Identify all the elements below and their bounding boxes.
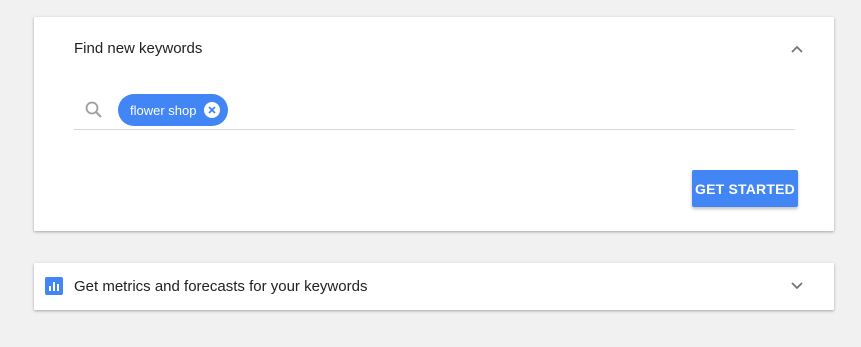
get-started-button[interactable]: GET STARTED xyxy=(692,170,798,207)
bar-chart-icon xyxy=(45,277,63,295)
keyword-chip: flower shop xyxy=(118,94,229,126)
chevron-down-icon[interactable] xyxy=(790,279,804,293)
chevron-up-icon[interactable] xyxy=(790,42,804,56)
keyword-search-field[interactable]: flower shop xyxy=(74,93,795,130)
find-keywords-card: Find new keywords flower shop GET STARTE… xyxy=(34,17,834,231)
close-circle-icon[interactable] xyxy=(204,102,221,118)
search-icon xyxy=(85,101,102,118)
find-keywords-title: Find new keywords xyxy=(74,40,203,57)
metrics-forecasts-card[interactable]: Get metrics and forecasts for your keywo… xyxy=(34,263,834,310)
metrics-forecasts-title: Get metrics and forecasts for your keywo… xyxy=(74,278,368,295)
keyword-chip-label: flower shop xyxy=(130,102,197,118)
